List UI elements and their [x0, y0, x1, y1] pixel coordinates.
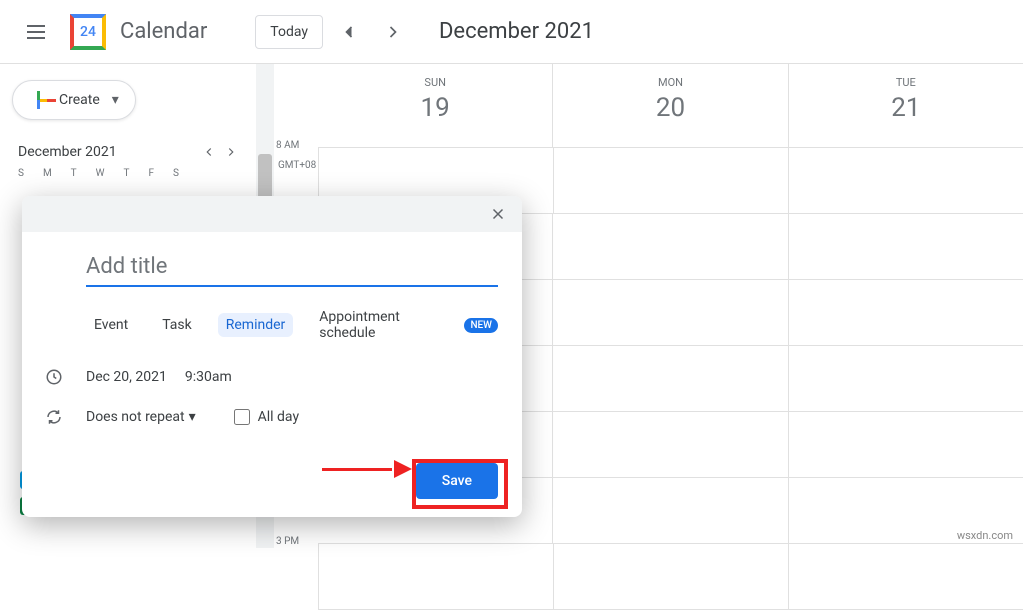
calendar-logo[interactable]: 24 — [68, 12, 108, 52]
grid-cell[interactable] — [788, 148, 1023, 213]
grid-cell[interactable] — [552, 280, 787, 345]
grid-cell[interactable] — [553, 148, 788, 213]
time-field[interactable]: 9:30am — [185, 369, 232, 385]
close-button[interactable] — [486, 202, 510, 226]
date-field[interactable]: Dec 20, 2021 — [86, 369, 167, 385]
tab-event[interactable]: Event — [86, 313, 136, 337]
close-icon — [489, 205, 507, 223]
prev-period-button[interactable] — [333, 16, 365, 48]
grid-cell[interactable] — [788, 544, 1023, 609]
tab-reminder[interactable]: Reminder — [218, 313, 294, 337]
day-header[interactable]: TUE 21 — [788, 64, 1023, 147]
create-event-modal: Event Task Reminder Appointment schedule… — [22, 196, 522, 517]
chevron-left-icon — [339, 22, 359, 42]
grid-cell[interactable] — [552, 478, 787, 543]
allday-label: All day — [258, 409, 299, 425]
timezone-label: GMT+08 — [278, 160, 316, 171]
grid-cell[interactable] — [788, 280, 1023, 345]
annotation-arrow — [322, 464, 412, 474]
chevron-right-icon — [383, 22, 403, 42]
allday-input[interactable] — [234, 409, 250, 425]
hamburger-icon — [27, 25, 45, 39]
grid-cell[interactable] — [552, 214, 787, 279]
grid-cell[interactable] — [788, 346, 1023, 411]
allday-checkbox[interactable]: All day — [234, 409, 299, 425]
today-button[interactable]: Today — [255, 15, 323, 49]
grid-cell[interactable] — [552, 412, 787, 477]
create-label: Create — [59, 92, 100, 108]
tab-appointment[interactable]: Appointment schedule — [311, 305, 446, 345]
repeat-dropdown[interactable]: Does not repeat ▾ — [86, 409, 196, 425]
app-title: Calendar — [120, 19, 207, 44]
plus-icon — [29, 91, 47, 109]
menu-button[interactable] — [12, 8, 60, 56]
chevron-down-icon: ▾ — [189, 409, 196, 425]
clock-icon — [44, 367, 64, 387]
chevron-down-icon: ▾ — [112, 92, 119, 108]
mini-prev-icon[interactable] — [202, 145, 216, 159]
time-label: 3 PM — [276, 536, 299, 547]
grid-cell[interactable] — [788, 214, 1023, 279]
grid-cell[interactable] — [552, 346, 787, 411]
day-header[interactable]: SUN 19 — [318, 64, 552, 147]
tab-task[interactable]: Task — [154, 313, 200, 337]
grid-cell[interactable] — [788, 412, 1023, 477]
repeat-icon — [44, 407, 64, 427]
time-label: 8 AM — [276, 140, 299, 151]
mini-calendar-title: December 2021 — [18, 144, 117, 160]
new-badge: NEW — [464, 318, 498, 333]
save-button[interactable]: Save — [416, 463, 498, 499]
grid-cell[interactable] — [553, 544, 788, 609]
mini-next-icon[interactable] — [224, 145, 238, 159]
grid-cell[interactable] — [318, 544, 553, 609]
create-button[interactable]: Create ▾ — [12, 80, 136, 120]
next-period-button[interactable] — [377, 16, 409, 48]
current-period-title[interactable]: December 2021 — [439, 19, 594, 44]
day-header[interactable]: MON 20 — [552, 64, 787, 147]
watermark: wsxdn.com — [957, 529, 1013, 542]
calendar-logo-day: 24 — [70, 14, 106, 50]
mini-calendar-day-letters: SMTWTFS — [12, 160, 244, 187]
title-input[interactable] — [86, 248, 498, 287]
